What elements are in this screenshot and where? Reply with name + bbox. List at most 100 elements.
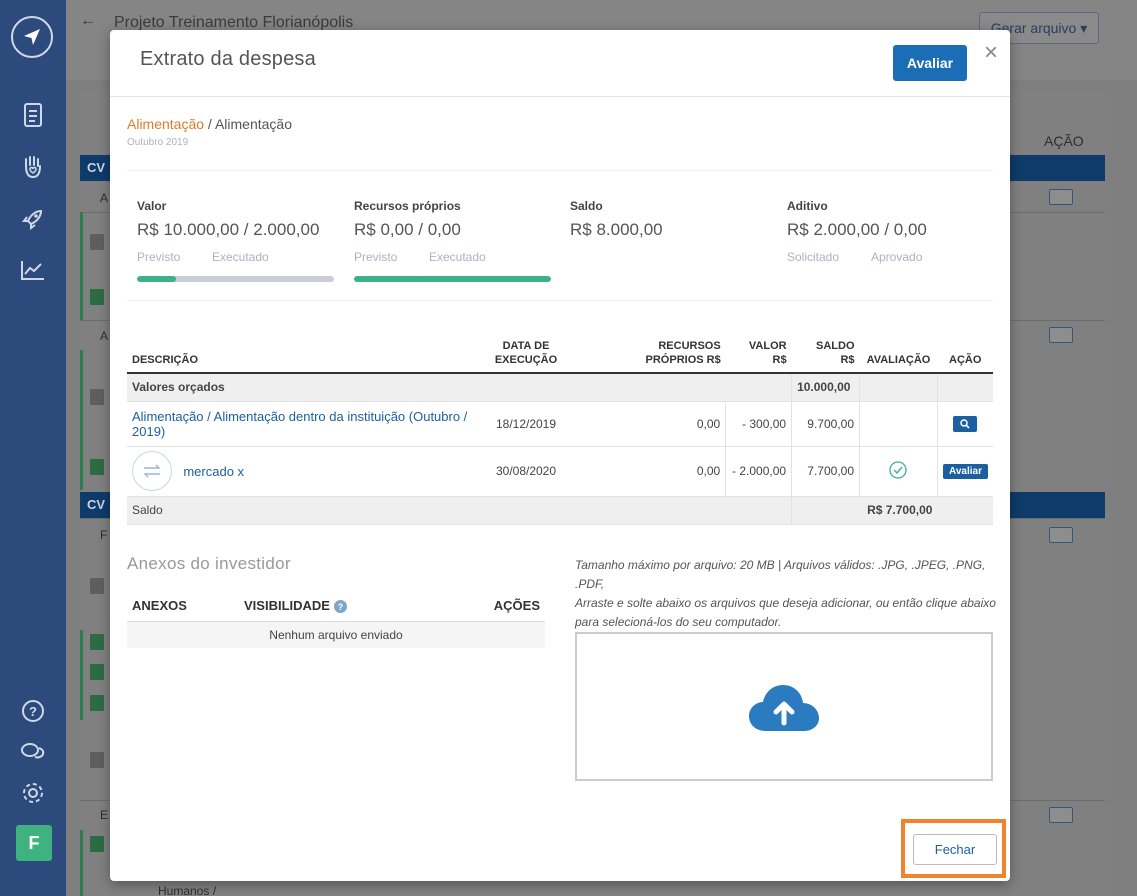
row-date: 30/08/2020	[483, 446, 569, 497]
expense-link[interactable]: mercado x	[183, 464, 244, 479]
row-saldo: 7.700,00	[791, 446, 860, 497]
view-search-icon[interactable]	[953, 415, 978, 432]
modal-header: Extrato da despesa Avaliar ×	[110, 30, 1010, 97]
summary-label: Valor	[137, 199, 167, 213]
breadcrumb-category-link[interactable]: Alimentação	[127, 116, 204, 132]
help-icon[interactable]: ?	[18, 696, 48, 726]
summary-valor: Valor R$ 10.000,00 / 2.000,00 Previsto Ex…	[137, 199, 337, 264]
row-valor: - 2.000,00	[725, 446, 792, 497]
visibility-help-icon[interactable]: ?	[333, 600, 347, 614]
recursos-progress-fill	[354, 276, 551, 282]
background-document-icon	[90, 578, 104, 594]
upload-info: Tamanho máximo por arquivo: 20 MB | Arqu…	[575, 556, 997, 632]
background-document-icon	[90, 459, 104, 475]
background-document-icon	[90, 695, 104, 711]
background-document-icon	[90, 234, 104, 250]
chat-icon[interactable]	[18, 737, 48, 767]
recursos-progress-bar	[354, 276, 551, 282]
breadcrumb-item: Alimentação	[214, 116, 292, 132]
row-recursos: 0,00	[568, 401, 726, 447]
table-row: Nenhum arquivo enviado	[127, 621, 545, 649]
summary-sub-label: Executado	[429, 250, 486, 264]
col-data-execucao: DATA DE EXECUÇÃO	[483, 335, 569, 374]
empty-anexos-message: Nenhum arquivo enviado	[127, 621, 545, 649]
row-avaliar-button[interactable]: Avaliar	[942, 464, 988, 479]
summary-saldo: Saldo R$ 8.000,00	[570, 199, 770, 240]
table-row: Saldo R$ 7.700,00	[127, 496, 993, 525]
valor-progress-fill	[137, 276, 177, 282]
orcados-label: Valores orçados	[127, 373, 792, 402]
background-document-icon	[90, 664, 104, 680]
rocket-icon[interactable]	[18, 204, 48, 234]
row-saldo: 9.700,00	[791, 401, 860, 447]
background-row-label: A	[100, 191, 109, 205]
chart-icon[interactable]	[18, 255, 48, 285]
background-status-bar	[80, 212, 83, 320]
user-avatar[interactable]: F	[16, 825, 52, 861]
summary-sub-label: Aprovado	[871, 250, 923, 264]
table-row: Alimentação / Alimentação dentro da inst…	[127, 401, 993, 447]
upload-info-limits: Tamanho máximo por arquivo: 20 MB | Arqu…	[575, 558, 986, 591]
col-avaliacao: AVALIAÇÃO	[859, 335, 938, 374]
background-row-label: E	[100, 808, 109, 822]
approved-check-icon	[859, 446, 938, 497]
extrato-table: DESCRIÇÃO DATA DE EXECUÇÃO RECURSOS PRÓPRI…	[127, 335, 993, 525]
upload-info-instructions: Arraste e solte abaixo os arquivos que d…	[575, 596, 996, 629]
breadcrumb: Alimentação / Alimentação	[127, 116, 292, 132]
background-document-icon	[90, 389, 104, 405]
row-recursos: 0,00	[568, 446, 726, 497]
avaliar-button[interactable]: Avaliar	[893, 45, 967, 81]
background-document-icon	[90, 836, 104, 852]
background-acao-header: AÇÃO	[1044, 133, 1084, 149]
summary-recursos: Recursos próprios R$ 0,00 / 0,00 Previst…	[354, 199, 554, 264]
table-row: Valores orçados 10.000,00	[127, 373, 993, 402]
col-anexos: ANEXOS	[127, 590, 239, 623]
summary-label: Recursos próprios	[354, 199, 461, 213]
modal-title: Extrato da despesa	[140, 48, 316, 70]
app-logo-icon[interactable]	[11, 16, 53, 58]
row-date: 18/12/2019	[483, 401, 569, 447]
summary-sub-label: Solicitado	[787, 250, 840, 264]
background-search-icon[interactable]	[1049, 527, 1073, 543]
col-visibilidade: VISIBILIDADE?	[239, 590, 444, 623]
hand-heart-icon[interactable]	[18, 152, 48, 182]
col-acao: AÇÃO	[937, 335, 993, 374]
summary-panel: Valor R$ 10.000,00 / 2.000,00 Previsto Ex…	[127, 170, 993, 301]
background-search-icon[interactable]	[1049, 327, 1073, 343]
settings-gear-icon[interactable]	[18, 778, 48, 808]
back-arrow-icon[interactable]: ←	[80, 12, 96, 30]
document-icon[interactable]	[18, 100, 48, 130]
summary-value: R$ 2.000,00 / 0,00	[787, 220, 927, 239]
col-saldo: SALDO R$	[791, 335, 860, 374]
background-bottom-label: Humanos /	[158, 884, 217, 896]
col-valor: VALOR R$	[725, 335, 792, 374]
footer-saldo-value: R$ 7.700,00	[791, 496, 938, 525]
anexos-table: ANEXOS VISIBILIDADE? AÇÕES Nenhum arquiv…	[127, 590, 545, 649]
summary-label: Saldo	[570, 199, 603, 213]
breadcrumb-period: Outubro 2019	[127, 137, 189, 148]
background-row-label: A	[100, 329, 109, 343]
valor-progress-bar	[137, 276, 334, 282]
close-icon[interactable]: ×	[980, 40, 1002, 66]
summary-aditivo: Aditivo R$ 2.000,00 / 0,00 Solicitado Apr…	[787, 199, 987, 264]
transfer-arrows-icon	[132, 451, 172, 491]
extrato-modal: Extrato da despesa Avaliar × Alimentação…	[110, 30, 1010, 881]
summary-label: Aditivo	[787, 199, 828, 213]
row-valor: - 300,00	[725, 401, 792, 447]
background-status-bar	[80, 630, 83, 720]
cloud-upload-icon	[749, 684, 819, 731]
fechar-button[interactable]: Fechar	[913, 834, 997, 865]
summary-value: R$ 8.000,00	[570, 220, 663, 239]
background-row-label: F	[100, 528, 108, 542]
background-document-icon	[90, 634, 104, 650]
expense-link[interactable]: Alimentação / Alimentação dentro da inst…	[132, 409, 467, 439]
summary-value: R$ 0,00 / 0,00	[354, 220, 461, 239]
background-search-icon[interactable]	[1049, 807, 1073, 823]
breadcrumb-separator: /	[204, 116, 215, 132]
background-search-icon[interactable]	[1049, 189, 1073, 205]
background-document-icon	[90, 752, 104, 768]
upload-dropzone[interactable]	[575, 632, 993, 781]
background-status-bar	[80, 830, 83, 896]
col-descricao: DESCRIÇÃO	[127, 335, 484, 374]
svg-text:?: ?	[29, 704, 37, 719]
